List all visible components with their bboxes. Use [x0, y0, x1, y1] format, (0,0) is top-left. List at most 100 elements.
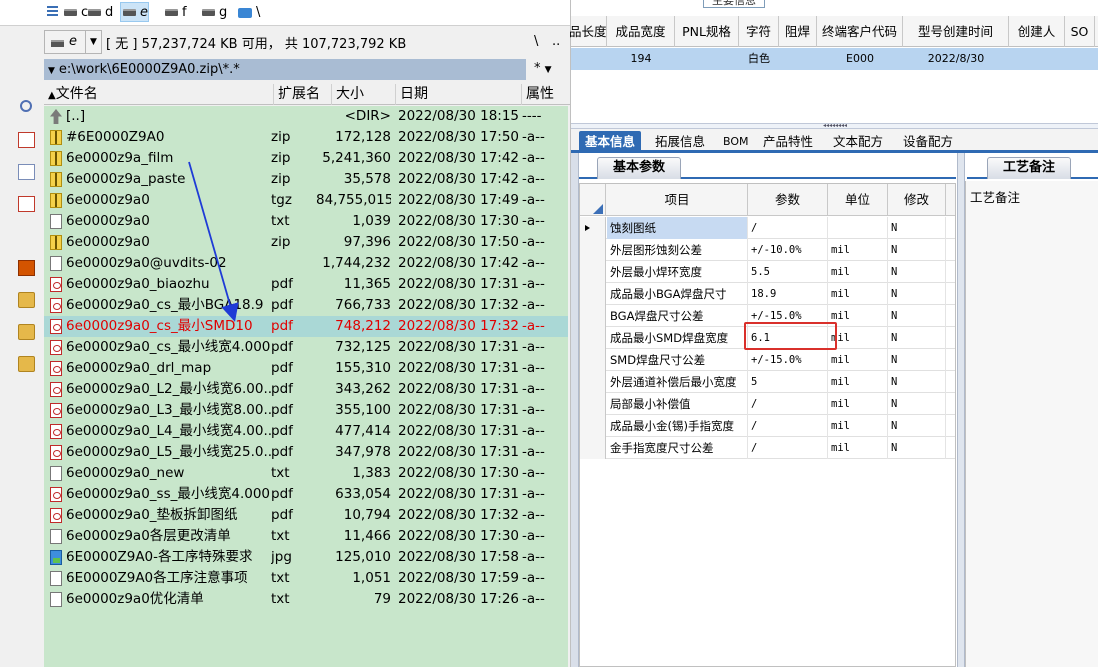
param-value[interactable]: 18.9 — [748, 283, 828, 305]
param-value[interactable]: +/-15.0% — [748, 305, 828, 327]
column-item[interactable]: 项目 — [607, 184, 748, 216]
param-value[interactable]: / — [748, 217, 828, 239]
grid-corner[interactable] — [580, 184, 606, 216]
drive-g[interactable]: g — [200, 3, 227, 23]
chevron-down-icon[interactable]: ▼ — [85, 31, 101, 53]
row-selector[interactable] — [580, 349, 606, 371]
tab-0[interactable]: 基本信息 — [579, 131, 642, 153]
file-row[interactable]: [..] <DIR> 2022/08/30 18:15 ---- — [44, 106, 568, 127]
drive-list-icon[interactable] — [47, 6, 58, 17]
top-column-header[interactable]: 型号创建时间 — [903, 16, 1009, 47]
param-row[interactable]: SMD焊盘尺寸公差 +/-15.0% mil N — [580, 349, 955, 371]
file-row[interactable]: 6e0000z9a0@uvdits-02 1,744,232 2022/08/30 … — [44, 253, 568, 274]
file-row[interactable]: 6e0000z9a0_L3_最小线宽8.00.. pdf 355,100 2022/0… — [44, 400, 568, 421]
param-row[interactable]: 蚀刻图纸 / N — [580, 217, 955, 239]
file-row[interactable]: 6e0000z9a0_new txt 1,383 2022/08/30 17:30 -a… — [44, 463, 568, 484]
drive-combo[interactable]: e ▼ — [44, 30, 102, 54]
drive-e[interactable]: e — [120, 2, 149, 22]
tab-3[interactable]: 产品特性 — [757, 131, 819, 153]
new-folder-icon[interactable] — [18, 292, 35, 308]
file-row[interactable]: 6e0000z9a0_L5_最小线宽25.0.. pdf 347,978 2022/0… — [44, 442, 568, 463]
drive-network[interactable]: \ — [236, 3, 260, 23]
tab-basic-params[interactable]: 基本参数 — [597, 157, 681, 179]
param-value[interactable]: 5.5 — [748, 261, 828, 283]
file-row[interactable]: 6e0000z9a0_垫板拆卸图纸 pdf 10,794 2022/08/30 17:… — [44, 505, 568, 526]
param-value[interactable]: +/-15.0% — [748, 349, 828, 371]
file-row[interactable]: 6E0000Z9A0-各工序特殊要求 jpg 125,010 2022/08/30 1… — [44, 547, 568, 568]
param-value[interactable]: / — [748, 437, 828, 459]
tab-process-notes[interactable]: 工艺备注 — [987, 157, 1071, 179]
top-column-header[interactable]: 字符 — [739, 16, 779, 47]
tab-4[interactable]: 文本配方 — [827, 131, 889, 153]
row-selector[interactable] — [580, 327, 606, 349]
file-row[interactable]: 6e0000z9a0_cs_最小BGA18.9 pdf 766,733 2022/08… — [44, 295, 568, 316]
param-row[interactable]: 成品最小BGA焊盘尺寸 18.9 mil N — [580, 283, 955, 305]
top-column-header[interactable]: 阻焊 — [779, 16, 817, 47]
row-selector[interactable] — [580, 415, 606, 437]
row-selector[interactable] — [580, 371, 606, 393]
root-button[interactable]: \ — [534, 34, 538, 49]
param-row[interactable]: 外层通道补偿后最小宽度 5 mil N — [580, 371, 955, 393]
row-selector[interactable] — [580, 393, 606, 415]
tab-5[interactable]: 设备配方 — [897, 131, 959, 153]
file-row[interactable]: 6e0000z9a0优化清单 txt 79 2022/08/30 17:26 -a-- — [44, 589, 568, 610]
pack-icon[interactable] — [18, 260, 35, 276]
tab-1[interactable]: 拓展信息 — [649, 131, 711, 153]
row-selector[interactable] — [580, 305, 606, 327]
top-grid-row[interactable]: 194 白色 E000 2022/8/30 — [571, 48, 1098, 70]
row-selector[interactable] — [580, 283, 606, 305]
column-modify[interactable]: 修改 — [888, 184, 946, 216]
column-size[interactable]: 大小 — [332, 84, 396, 105]
column-name[interactable]: ▲文件名 — [44, 84, 274, 105]
path-bar[interactable]: ▼ e:\work\6E0000Z9A0.zip\*.* — [44, 59, 526, 80]
up-button[interactable]: .. — [552, 34, 560, 49]
file-row[interactable]: 6e0000z9a0 zip 97,396 2022/08/30 17:50 -a-- — [44, 232, 568, 253]
top-column-header[interactable]: 品长度 — [569, 16, 607, 47]
column-ext[interactable]: 扩展名 — [274, 84, 332, 105]
panel-divider[interactable] — [957, 153, 965, 667]
param-row[interactable]: 成品最小SMD焊盘宽度 6.1 mil N — [580, 327, 955, 349]
column-date[interactable]: 日期 — [396, 84, 522, 105]
param-row[interactable]: 成品最小金(锡)手指宽度 / mil N — [580, 415, 955, 437]
file-row[interactable]: 6e0000z9a0各层更改清单 txt 11,466 2022/08/30 17:3… — [44, 526, 568, 547]
param-value[interactable]: 5 — [748, 371, 828, 393]
file-row[interactable]: 6e0000z9a0_biaozhu pdf 11,365 2022/08/30 17… — [44, 274, 568, 295]
file-row[interactable]: 6E0000Z9A0各工序注意事项 txt 1,051 2022/08/30 17:5… — [44, 568, 568, 589]
param-value[interactable]: / — [748, 415, 828, 437]
file-row[interactable]: 6e0000z9a0_cs_最小线宽4.000 pdf 732,125 2022/08… — [44, 337, 568, 358]
file-row[interactable]: #6E0000Z9A0 zip 172,128 2022/08/30 17:50 -a-… — [44, 127, 568, 148]
compare-icon[interactable] — [18, 132, 35, 148]
file-row[interactable]: 6e0000z9a0_cs_最小SMD10 pdf 748,212 2022/08/3… — [44, 316, 568, 337]
file-row[interactable]: 6e0000z9a0_drl_map pdf 155,310 2022/08/30 1… — [44, 358, 568, 379]
top-column-header[interactable]: 成品宽度 — [607, 16, 675, 47]
file-row[interactable]: 6e0000z9a0_L2_最小线宽6.00.. pdf 343,262 2022/0… — [44, 379, 568, 400]
search-icon[interactable] — [20, 100, 32, 112]
column-value[interactable]: 参数 — [748, 184, 828, 216]
file-row[interactable]: 6e0000z9a0 tgz 84,755,015 2022/08/30 17:49-… — [44, 190, 568, 211]
param-row[interactable]: 金手指宽度尺寸公差 / mil N — [580, 437, 955, 459]
param-value[interactable]: 6.1 — [748, 327, 828, 349]
column-attr[interactable]: 属性 — [522, 84, 570, 105]
process-notes-panel[interactable]: 工艺备注 — [965, 181, 1098, 667]
row-selector[interactable] — [580, 261, 606, 283]
top-column-header[interactable]: SO — [1065, 16, 1095, 47]
row-selector[interactable] — [580, 437, 606, 459]
copy-icon[interactable] — [18, 164, 35, 180]
drive-f[interactable]: f — [163, 3, 187, 23]
sync-icon[interactable] — [18, 196, 35, 212]
history-dropdown-icon[interactable]: ▼ — [48, 66, 55, 76]
column-unit[interactable]: 单位 — [828, 184, 888, 216]
file-row[interactable]: 6e0000z9a0 txt 1,039 2022/08/30 17:30 -a-- — [44, 211, 568, 232]
left-collapse-bar[interactable] — [571, 153, 579, 667]
top-column-header[interactable]: 创建人 — [1009, 16, 1065, 47]
folder-icon[interactable] — [18, 356, 35, 372]
top-column-header[interactable]: 终端客户代码 — [817, 16, 903, 47]
param-row[interactable]: 外层最小焊环宽度 5.5 mil N — [580, 261, 955, 283]
tab-2[interactable]: BOM — [717, 131, 755, 153]
drive-c[interactable]: c — [62, 3, 88, 23]
param-row[interactable]: 局部最小补偿值 / mil N — [580, 393, 955, 415]
param-row[interactable]: BGA焊盘尺寸公差 +/-15.0% mil N — [580, 305, 955, 327]
file-row[interactable]: 6e0000z9a0_L4_最小线宽4.00.. pdf 477,414 2022/0… — [44, 421, 568, 442]
drive-d[interactable]: d — [86, 3, 113, 23]
filter-button[interactable]: * ▼ — [534, 61, 552, 76]
